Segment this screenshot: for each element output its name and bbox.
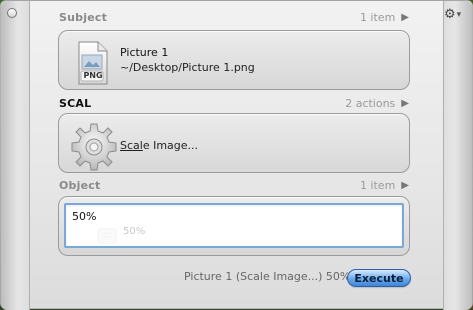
status-text: Picture 1 (Scale Image...) 50% xyxy=(184,270,351,283)
action-label-rest: e Image... xyxy=(142,139,199,152)
execute-button[interactable]: Execute xyxy=(347,269,411,287)
action-count[interactable]: 2 actions ▶ xyxy=(345,97,409,110)
action-label: Scale Image... xyxy=(120,139,198,152)
gear-icon-large xyxy=(69,122,119,172)
action-header: SCAL 2 actions ▶ xyxy=(59,95,409,111)
subject-count[interactable]: 1 item ▶ xyxy=(360,11,409,24)
object-count[interactable]: 1 item ▶ xyxy=(360,179,409,192)
gear-menu-button[interactable]: ⚙ ▾ xyxy=(444,7,466,23)
action-count-text: 2 actions xyxy=(345,96,396,110)
subject-text: Picture 1 ~/Desktop/Picture 1.png xyxy=(120,45,399,74)
object-count-text: 1 item xyxy=(359,178,396,192)
arrow-right-icon: ▶ xyxy=(401,11,409,23)
png-label: PNG xyxy=(83,71,103,80)
panel-right-strip xyxy=(443,1,472,310)
action-card[interactable]: Scale Image... xyxy=(58,113,410,173)
quicksilver-panel: ⚙ ▾ Subject 1 item ▶ PNG Picture 1 ~/Des… xyxy=(0,0,473,310)
arrow-right-icon: ▶ xyxy=(401,97,409,109)
close-icon[interactable] xyxy=(7,8,17,18)
subject-count-text: 1 item xyxy=(359,10,396,24)
action-header-label: SCAL xyxy=(59,96,92,110)
chevron-down-icon: ▾ xyxy=(456,10,462,20)
subject-header: Subject 1 item ▶ xyxy=(59,9,409,25)
subject-header-label: Subject xyxy=(59,10,108,24)
arrow-right-icon: ▶ xyxy=(401,179,409,191)
subject-path: ~/Desktop/Picture 1.png xyxy=(120,61,255,74)
panel-left-strip xyxy=(1,1,30,310)
gear-icon: ⚙ xyxy=(444,7,456,22)
png-file-icon: PNG xyxy=(73,40,111,86)
object-header-label: Object xyxy=(59,178,101,192)
object-text-field[interactable]: 50% 50% xyxy=(64,203,404,248)
ghost-object-value: 50% xyxy=(123,226,146,237)
object-value[interactable]: 50% xyxy=(72,210,96,223)
action-label-prefix: Scal xyxy=(120,139,143,152)
object-card[interactable]: 50% 50% xyxy=(58,196,410,256)
subject-card[interactable]: PNG Picture 1 ~/Desktop/Picture 1.png xyxy=(58,30,410,90)
subject-title: Picture 1 xyxy=(120,46,169,59)
object-header: Object 1 item ▶ xyxy=(59,177,409,193)
